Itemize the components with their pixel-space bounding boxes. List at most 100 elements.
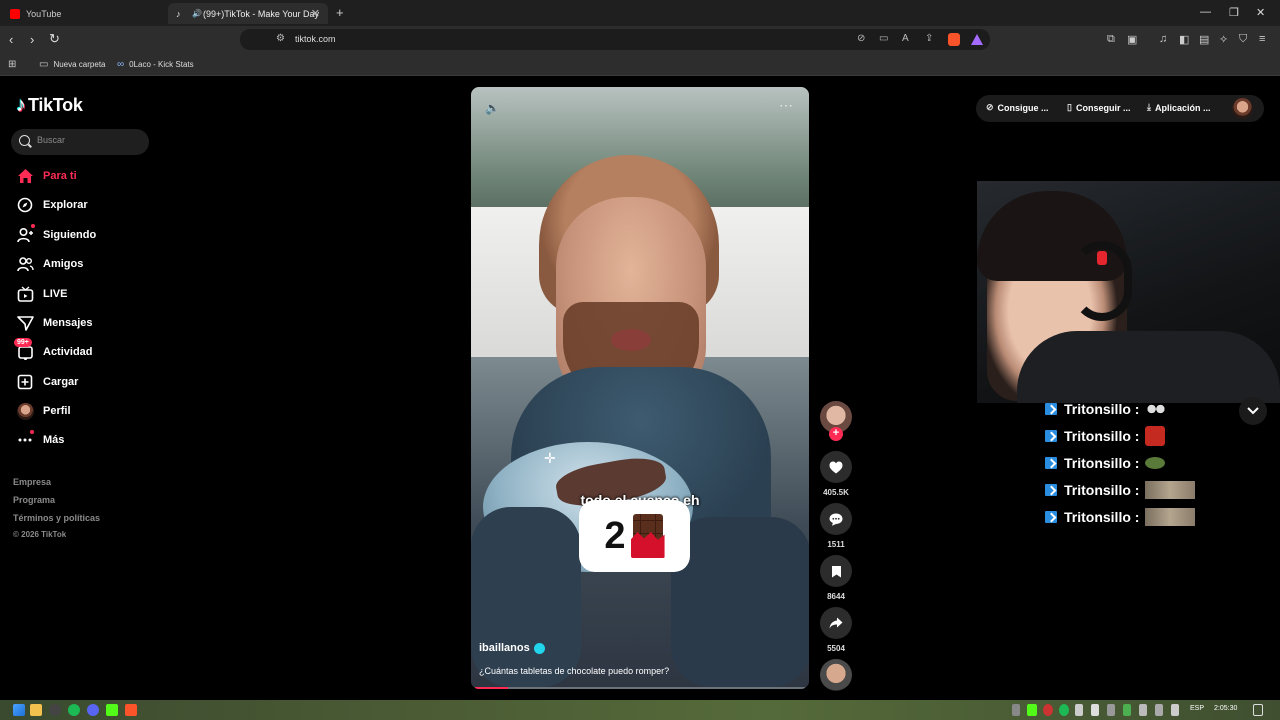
nav-siguiendo[interactable]: Siguiendo [16,224,156,245]
address-bar[interactable]: ⚙ tiktok.com ⊘ ▭ A ⇪ [240,29,990,50]
video-progress-track[interactable] [475,687,805,689]
brave-shield-icon[interactable] [948,33,960,46]
tiktok-note-icon: ♪ [16,94,26,116]
search-box[interactable] [11,129,149,155]
nav-actividad[interactable]: 99+ Actividad [14,338,156,362]
share-icon[interactable]: ⇪ [925,33,933,44]
speaker-icon: 🔊 [192,8,202,18]
like-button[interactable] [820,451,852,483]
close-tab-icon[interactable]: ✕ [311,7,320,20]
minimize-icon[interactable]: — [1200,6,1211,18]
save-button[interactable] [820,555,852,587]
tray-icon[interactable] [1043,704,1053,716]
extensions-icon[interactable]: ⧉ [1107,33,1115,46]
media-icon[interactable]: ♫ [1159,33,1167,45]
search-icon [19,135,30,146]
tray-icon[interactable] [1139,704,1147,716]
vpn-icon[interactable]: ⛉ [1239,33,1247,46]
restore-icon[interactable]: ❐ [1229,6,1239,19]
volume-tray-icon[interactable] [1171,704,1179,716]
tab-youtube[interactable]: YouTube [2,3,162,24]
tray-icon[interactable] [1091,704,1099,716]
apps-grid-icon[interactable]: ⊞ [8,59,21,70]
steam-icon[interactable] [49,704,61,716]
action-label: Conseguir ... [1075,102,1131,113]
tab-tiktok[interactable]: ♪ 🔊 (99+)TikTok - Make Your Day ✕ [168,3,328,24]
search-input[interactable] [37,135,142,145]
menu-icon[interactable]: ≡ [1259,33,1265,45]
sidebar-toggle-icon[interactable]: ◧ [1179,33,1189,46]
wallet-card-icon[interactable]: ▤ [1199,33,1209,46]
nav-label: Amigos [43,258,84,270]
tray-icon[interactable] [1107,704,1115,716]
brave-rewards-icon[interactable] [971,34,983,45]
reload-icon[interactable]: ↻ [49,31,60,47]
site-settings-icon[interactable]: ⚙ [276,33,285,44]
nav-label: Siguiendo [43,229,97,241]
input-language[interactable]: ESP [1190,705,1204,712]
wallet-icon[interactable]: ▣ [1127,33,1137,46]
get-app-phone-button[interactable]: ▯ Conseguir ... [1067,102,1130,113]
share-button[interactable] [820,607,852,639]
chat-message: Tritonsillo : [1045,426,1166,446]
video-author[interactable]: ibaillanos [479,642,545,654]
footer-copyright: © 2026 TikTok [13,530,67,539]
tiktok-logo[interactable]: ♪ TikTok [16,94,83,117]
notifications-icon[interactable] [1253,704,1263,716]
new-tab-button[interactable]: + [336,5,344,20]
cast-icon[interactable]: ▭ [879,33,888,44]
nav-mas[interactable]: Más [16,430,156,450]
chat-emote-icon [1145,403,1168,415]
leo-ai-icon[interactable]: ✧ [1219,33,1228,46]
forward-icon[interactable]: › [30,32,34,47]
music-disc-avatar[interactable] [820,659,852,691]
nav-explorar[interactable]: Explorar [16,195,156,215]
nav-amigos[interactable]: Amigos [16,254,156,274]
bookmark-nueva-carpeta[interactable]: ▭ Nueva carpeta [39,59,105,70]
author-name[interactable]: ibaillanos [479,642,530,654]
tray-icon[interactable] [1012,704,1020,716]
back-icon[interactable]: ‹ [9,32,13,47]
share-count: 5504 [827,644,845,653]
footer-empresa[interactable]: Empresa [13,477,51,487]
bookmark-kick-stats[interactable]: ∞ 0Laco - Kick Stats [117,59,194,70]
start-icon[interactable] [13,704,25,716]
verified-badge-icon [533,642,545,654]
scroll-down-button[interactable] [1239,397,1267,425]
network-icon[interactable] [1155,704,1163,716]
nav-mensajes[interactable]: Mensajes [16,313,156,333]
kick-icon[interactable] [106,704,118,716]
brave-icon[interactable] [125,704,137,716]
nav-cargar[interactable]: Cargar [16,372,156,392]
tray-spotify-icon[interactable] [1059,704,1069,716]
url-text[interactable]: tiktok.com [295,34,336,44]
comment-button[interactable] [820,503,852,535]
footer-terminos[interactable]: Términos y políticas [13,513,100,523]
spotify-icon[interactable] [68,704,80,716]
nav-perfil[interactable]: Perfil [16,401,156,421]
chat-username: Tritonsillo : [1064,509,1140,525]
tray-kick-icon[interactable] [1027,704,1037,716]
no-tracking-icon[interactable]: ⊘ [857,33,865,44]
volume-icon[interactable]: 🔈 [485,101,500,115]
video-progress-bar[interactable] [475,687,508,689]
clock[interactable]: 2:05:30 [1214,705,1237,712]
get-coins-button[interactable]: ⊘ Consigue ... [986,102,1049,113]
user-avatar[interactable] [1232,98,1253,119]
video-glove-left [471,507,581,687]
nav-para-ti[interactable]: Para ti [16,166,156,186]
following-icon [16,224,35,244]
follow-plus-button[interactable]: + [829,427,843,441]
download-app-button[interactable]: ⤓ Aplicación ... [1147,102,1211,113]
close-window-icon[interactable]: ✕ [1256,6,1265,19]
nav-live[interactable]: LIVE [16,284,156,304]
comment-icon [829,513,843,526]
video-player[interactable]: 🔈 ⋯ todo el cuenco eh 2 ibaillanos ¿Cuán… [471,87,809,689]
more-options-icon[interactable]: ⋯ [779,97,793,114]
file-explorer-icon[interactable] [30,704,42,716]
tray-icon[interactable] [1123,704,1131,716]
discord-icon[interactable] [87,704,99,716]
footer-programa[interactable]: Programa [13,495,55,505]
translate-icon[interactable]: A [902,33,909,44]
microphone-icon[interactable] [1075,704,1083,716]
